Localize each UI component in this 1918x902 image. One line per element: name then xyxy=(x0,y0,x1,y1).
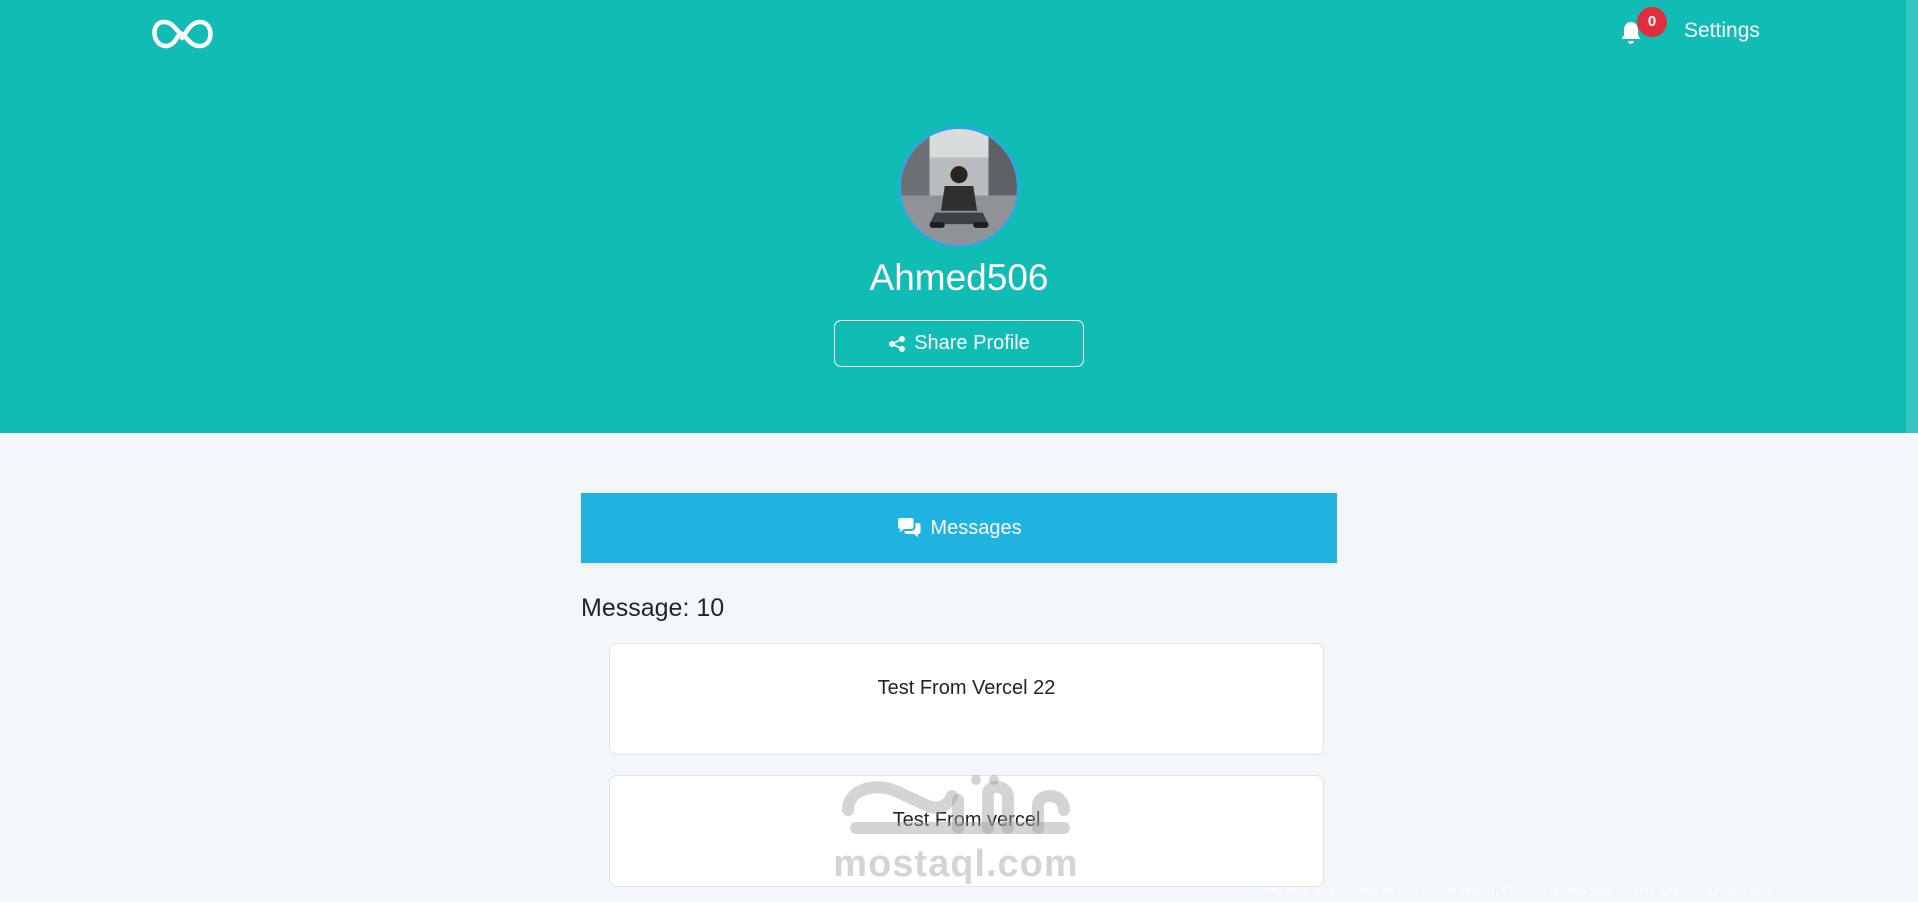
settings-link[interactable]: Settings xyxy=(1684,16,1760,46)
infinity-logo-icon[interactable] xyxy=(146,16,218,52)
avatar-photo xyxy=(901,129,1017,245)
tab-messages[interactable]: Messages xyxy=(581,493,1337,563)
notification-count-badge: 0 xyxy=(1637,7,1667,37)
message-text: Test From vercel xyxy=(892,809,1041,831)
overlay-fps: FPS N/A N/A xyxy=(1262,887,1335,899)
share-profile-label: Share Profile xyxy=(914,332,1030,354)
message-text: Test From Vercel 22 xyxy=(877,677,1056,699)
notifications-button[interactable]: 0 xyxy=(1613,7,1667,56)
share-icon xyxy=(889,335,906,352)
message-count: Message: 10 xyxy=(581,594,725,622)
message-card[interactable]: Test From vercel xyxy=(609,775,1324,887)
performance-overlay: FPS N/A N/A GPU 0% 45°C 139 MHz 0.675 V … xyxy=(1262,884,1918,902)
profile-username: Ahmed506 xyxy=(869,257,1049,298)
comments-icon xyxy=(898,518,921,538)
page-scrollbar[interactable] xyxy=(1906,0,1918,902)
tab-messages-label: Messages xyxy=(930,516,1022,539)
avatar xyxy=(898,126,1020,248)
overlay-cpu: CPU 19% xyxy=(1633,887,1680,899)
message-card[interactable]: Test From Vercel 22 xyxy=(609,643,1324,755)
profile-header: 0 Settings Ahmed506 Share Profile xyxy=(0,0,1918,433)
share-profile-button[interactable]: Share Profile xyxy=(834,320,1084,367)
overlay-lat: LAT N/A N/A xyxy=(1700,887,1773,899)
overlay-gpu: GPU 0% 45°C 139 MHz 0.675 V 0 W 405 MHz xyxy=(1355,887,1613,899)
